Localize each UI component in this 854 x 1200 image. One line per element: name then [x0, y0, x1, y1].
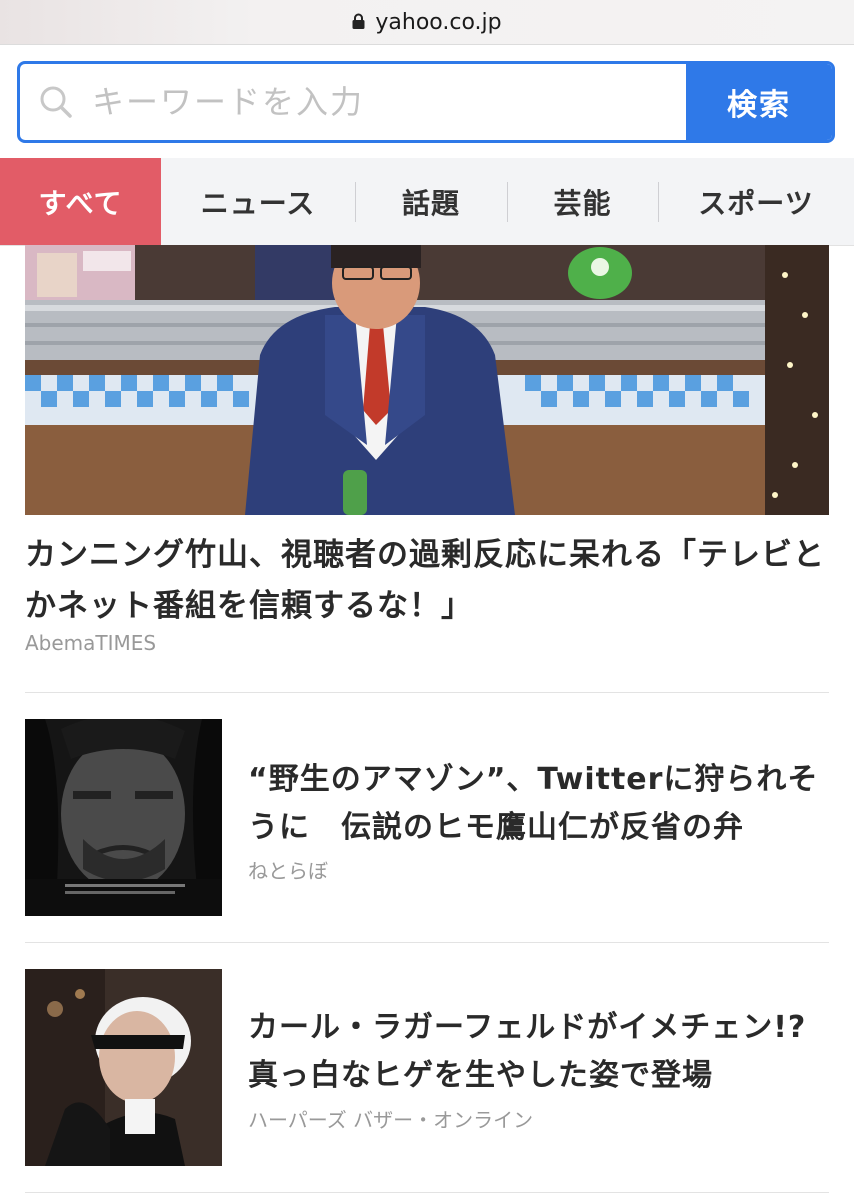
- browser-url-bar[interactable]: yahoo.co.jp: [0, 0, 854, 45]
- tab-topics[interactable]: 話題: [355, 158, 507, 245]
- lock-icon: [352, 13, 365, 29]
- hero-source: AbemaTIMES: [25, 631, 157, 655]
- search-button[interactable]: 検索: [686, 64, 832, 140]
- article-title[interactable]: “野生のアマゾン”、Twitterに狩られそうに 伝説のヒモ鷹山仁が反省の弁: [248, 756, 828, 852]
- article-source: ねとらぼ: [248, 859, 328, 883]
- article-thumbnail[interactable]: [25, 969, 222, 1166]
- hero-title[interactable]: カンニング竹山、視聴者の過剰反応に呆れる「テレビとかネット番組を信頼するな！」: [25, 530, 829, 632]
- hero-image[interactable]: [25, 245, 829, 515]
- search-icon: [20, 64, 92, 140]
- url-text: yahoo.co.jp: [375, 9, 502, 35]
- tab-entertainment[interactable]: 芸能: [507, 158, 658, 245]
- tab-sports[interactable]: スポーツ: [658, 158, 854, 245]
- category-tabs: すべて ニュース 話題 芸能 スポーツ: [0, 158, 854, 246]
- search-bar: 検索: [17, 61, 835, 143]
- article-title[interactable]: カール・ラガーフェルドがイメチェン!? 真っ白なヒゲを生やした姿で登場: [248, 1004, 828, 1100]
- divider: [25, 1192, 829, 1193]
- tab-news[interactable]: ニュース: [161, 158, 355, 245]
- divider: [25, 692, 829, 693]
- divider: [25, 942, 829, 943]
- article-thumbnail[interactable]: [25, 719, 222, 916]
- search-input[interactable]: [92, 64, 686, 140]
- article-source: ハーパーズ バザー・オンライン: [248, 1108, 534, 1132]
- tab-all[interactable]: すべて: [0, 158, 161, 245]
